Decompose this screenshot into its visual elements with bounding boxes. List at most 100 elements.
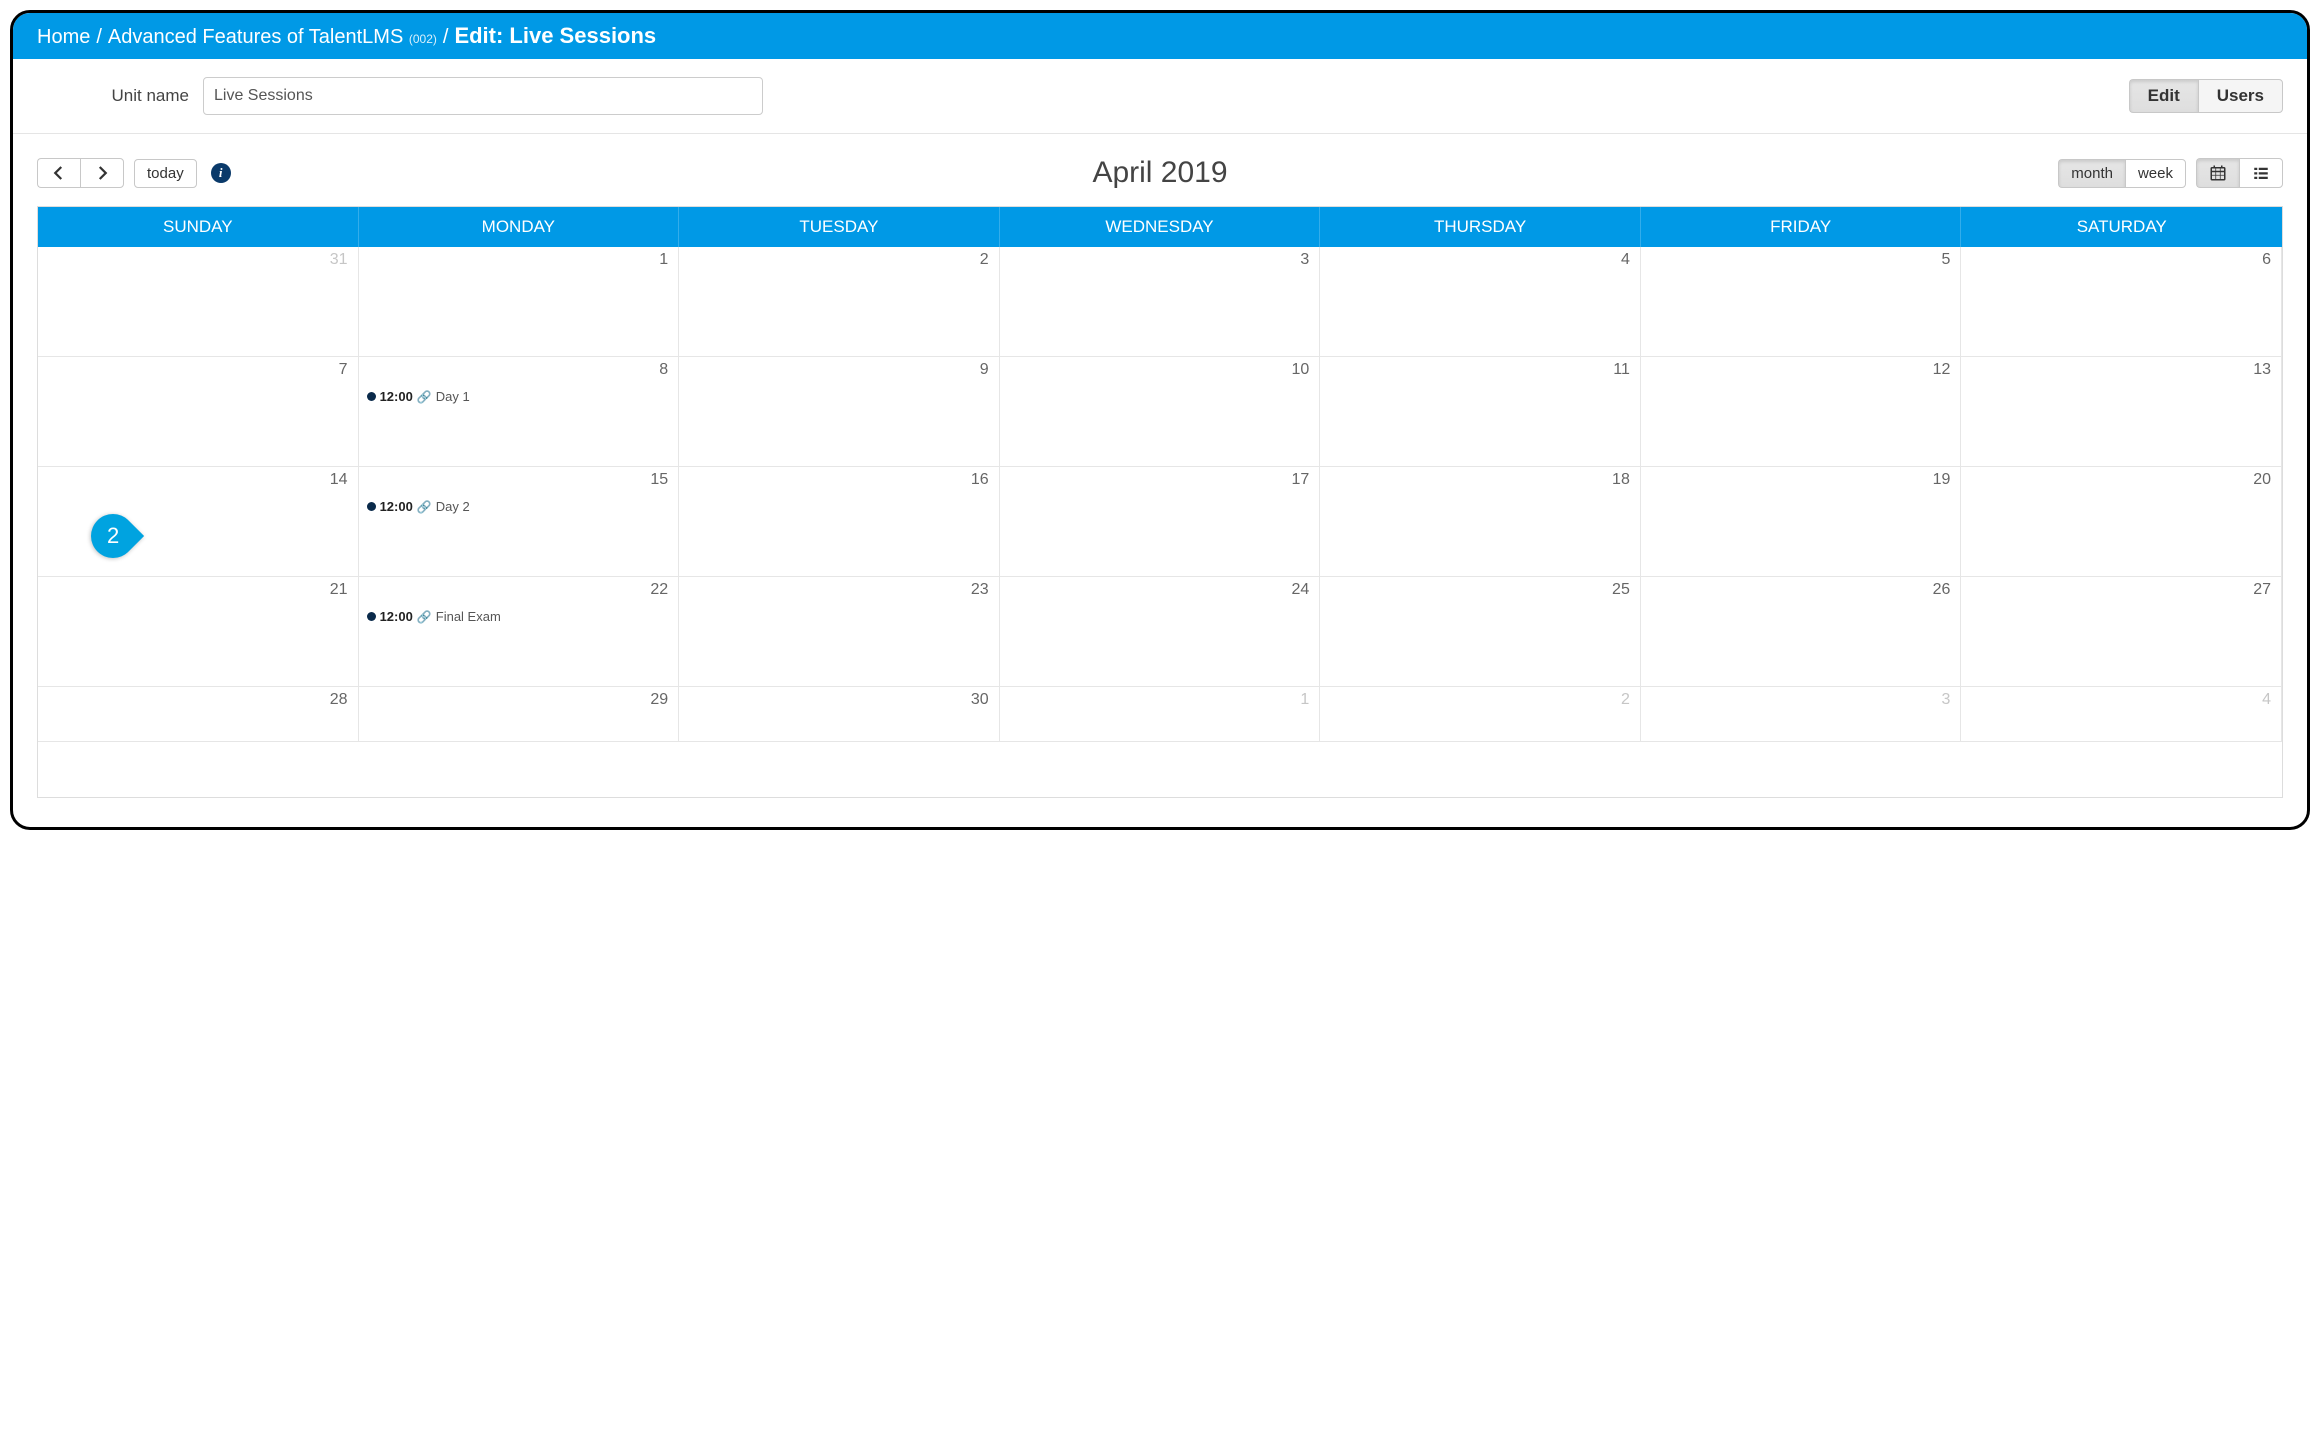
month-button[interactable]: month [2058, 159, 2125, 188]
calendar-event[interactable]: 12:00🔗Day 2 [367, 499, 671, 514]
calendar-day[interactable]: 4 [1320, 247, 1641, 357]
day-header: MONDAY [359, 207, 680, 247]
breadcrumb-course-label: Advanced Features of TalentLMS [108, 26, 403, 48]
day-header: THURSDAY [1320, 207, 1641, 247]
event-dot-icon [367, 392, 376, 401]
day-number: 18 [1612, 471, 1630, 489]
day-header: SATURDAY [1961, 207, 2282, 247]
edit-button[interactable]: Edit [2129, 79, 2198, 113]
day-number: 6 [2262, 251, 2271, 269]
breadcrumb-home[interactable]: Home [37, 26, 90, 49]
event-dot-icon [367, 502, 376, 511]
day-number: 31 [330, 251, 348, 269]
calendar-day[interactable]: 31 [38, 247, 359, 357]
day-number: 23 [971, 581, 989, 599]
calendar-day[interactable]: 3 [1000, 247, 1321, 357]
day-number: 13 [2253, 361, 2271, 379]
calendar-day[interactable]: 14 [38, 467, 359, 577]
list-icon [2252, 164, 2270, 182]
calendar-event[interactable]: 12:00🔗Day 1 [367, 389, 671, 404]
day-header: SUNDAY [38, 207, 359, 247]
calendar-day[interactable]: 19 [1641, 467, 1962, 577]
event-time: 12:00 [380, 499, 413, 514]
event-dot-icon [367, 612, 376, 621]
event-label: Day 2 [436, 499, 470, 514]
unit-name-label: Unit name [13, 86, 203, 106]
day-number: 5 [1942, 251, 1951, 269]
calendar-day[interactable]: 1 [1000, 687, 1321, 742]
users-button[interactable]: Users [2198, 79, 2283, 113]
calendar-view-button[interactable] [2196, 158, 2239, 188]
calendar-day[interactable]: 13 [1961, 357, 2282, 467]
breadcrumb-current: Edit: Live Sessions [454, 23, 656, 49]
app-window: Home / Advanced Features of TalentLMS (0… [10, 10, 2310, 830]
day-number: 24 [1291, 581, 1309, 599]
calendar-event[interactable]: 12:00🔗Final Exam [367, 609, 671, 624]
day-number: 16 [971, 471, 989, 489]
calendar-day[interactable]: 6 [1961, 247, 2282, 357]
day-number: 17 [1291, 471, 1309, 489]
calendar-day[interactable]: 3 [1641, 687, 1962, 742]
chevron-right-icon [93, 164, 111, 182]
calendar-day[interactable]: 11 [1320, 357, 1641, 467]
calendar-grid: SUNDAYMONDAYTUESDAYWEDNESDAYTHURSDAYFRID… [37, 206, 2283, 798]
today-button[interactable]: today [134, 159, 197, 188]
unit-name-row: Unit name Edit Users [13, 59, 2307, 134]
calendar-day[interactable]: 28 [38, 687, 359, 742]
calendar-day[interactable]: 12 [1641, 357, 1962, 467]
week-button[interactable]: week [2125, 159, 2186, 188]
day-number: 4 [1621, 251, 1630, 269]
calendar-day[interactable]: 27 [1961, 577, 2282, 687]
day-number: 1 [1300, 691, 1309, 709]
calendar-day[interactable]: 9 [679, 357, 1000, 467]
calendar-day[interactable]: 2 [679, 247, 1000, 357]
calendar-day[interactable]: 4 [1961, 687, 2282, 742]
calendar-day[interactable]: 812:00🔗Day 1 [359, 357, 680, 467]
calendar-day[interactable]: 1 [359, 247, 680, 357]
breadcrumb: Home / Advanced Features of TalentLMS (0… [13, 13, 2307, 59]
day-number: 20 [2253, 471, 2271, 489]
prev-button[interactable] [37, 158, 80, 188]
day-number: 7 [339, 361, 348, 379]
range-toggle: month week [2058, 159, 2186, 188]
day-number: 26 [1933, 581, 1951, 599]
event-label: Day 1 [436, 389, 470, 404]
calendar-body: 311234567812:00🔗Day 1910111213141512:00🔗… [38, 247, 2282, 797]
day-number: 28 [330, 691, 348, 709]
breadcrumb-course[interactable]: Advanced Features of TalentLMS (002) [108, 26, 437, 49]
chevron-left-icon [50, 164, 68, 182]
day-number: 3 [1942, 691, 1951, 709]
calendar-day[interactable]: 25 [1320, 577, 1641, 687]
calendar-day[interactable]: 20 [1961, 467, 2282, 577]
day-number: 1 [659, 251, 668, 269]
calendar-day[interactable]: 22 12:00🔗Final Exam [359, 577, 680, 687]
breadcrumb-sep: / [443, 26, 449, 49]
calendar-day[interactable]: 21 [38, 577, 359, 687]
event-label: Final Exam [436, 609, 501, 624]
calendar-day[interactable]: 5 [1641, 247, 1962, 357]
day-number: 15 [650, 471, 668, 489]
list-view-button[interactable] [2239, 158, 2283, 188]
calendar-day[interactable]: 7 [38, 357, 359, 467]
info-icon[interactable]: i [211, 163, 231, 183]
day-number: 3 [1300, 251, 1309, 269]
calendar-day[interactable]: 17 [1000, 467, 1321, 577]
calendar-day[interactable]: 26 [1641, 577, 1962, 687]
calendar-day[interactable]: 18 [1320, 467, 1641, 577]
calendar-day[interactable]: 24 [1000, 577, 1321, 687]
next-button[interactable] [80, 158, 124, 188]
day-number: 14 [330, 471, 348, 489]
calendar-day[interactable]: 23 [679, 577, 1000, 687]
unit-actions: Edit Users [2129, 79, 2283, 113]
nav-prev-next [37, 158, 124, 188]
calendar-title: April 2019 [37, 156, 2283, 190]
calendar-day[interactable]: 29 [359, 687, 680, 742]
calendar-day[interactable]: 30 [679, 687, 1000, 742]
unit-name-input[interactable] [203, 77, 763, 115]
day-number: 22 [650, 581, 668, 599]
calendar-day[interactable]: 16 [679, 467, 1000, 577]
calendar-day[interactable]: 2 [1320, 687, 1641, 742]
calendar-day-headers: SUNDAYMONDAYTUESDAYWEDNESDAYTHURSDAYFRID… [38, 207, 2282, 247]
calendar-day[interactable]: 15 12:00🔗Day 2 [359, 467, 680, 577]
calendar-day[interactable]: 10 [1000, 357, 1321, 467]
